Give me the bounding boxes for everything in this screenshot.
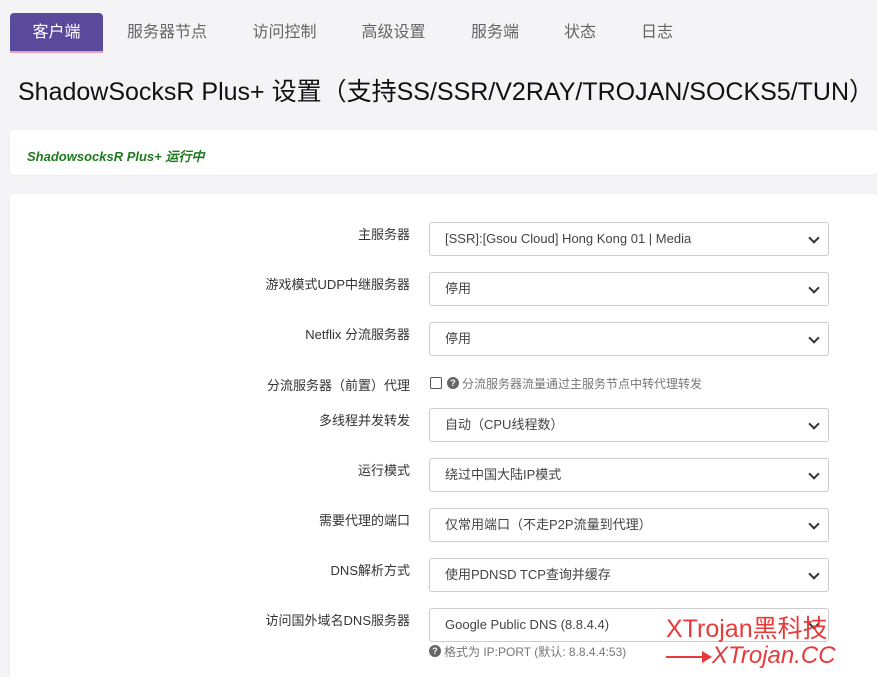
run-mode-value: 绕过中国大陆IP模式 <box>445 467 562 482</box>
pre-proxy-label: 分流服务器（前置）代理 <box>266 378 410 393</box>
threads-value: 自动（CPU线程数） <box>445 417 564 432</box>
tab-server[interactable]: 服务端 <box>449 13 541 53</box>
netflix-select[interactable]: 停用 <box>429 322 829 356</box>
pre-proxy-checkbox[interactable] <box>430 377 442 389</box>
dns-mode-label: DNS解析方式 <box>330 563 410 578</box>
netflix-value: 停用 <box>445 331 472 346</box>
netflix-label: Netflix 分流服务器 <box>305 327 410 342</box>
dns-mode-value: 使用PDNSD TCP查询并缓存 <box>445 567 611 582</box>
page-title: ShadowSocksR Plus+ 设置（支持SS/SSR/V2RAY/TRO… <box>18 78 875 106</box>
chevron-down-icon <box>808 518 820 530</box>
chevron-down-icon <box>808 418 820 430</box>
threads-label: 多线程并发转发 <box>318 413 410 428</box>
pre-proxy-help: 分流服务器流量通过主服务节点中转代理转发 <box>462 377 703 391</box>
udp-relay-label: 游戏模式UDP中继服务器 <box>265 277 410 292</box>
udp-relay-select[interactable]: 停用 <box>429 272 829 306</box>
tab-log[interactable]: 日志 <box>619 13 695 53</box>
chevron-down-icon <box>808 468 820 480</box>
help-icon: ? <box>429 645 441 657</box>
watermark-brand: XTrojan黑科技 <box>666 615 828 643</box>
ports-select[interactable]: 仅常用端口（不走P2P流量到代理） <box>429 508 829 542</box>
help-icon: ? <box>447 377 459 389</box>
tab-client[interactable]: 客户端 <box>10 13 103 53</box>
status-card: ShadowsocksR Plus+ 运行中 <box>10 130 877 175</box>
ports-label: 需要代理的端口 <box>318 513 410 528</box>
run-mode-select[interactable]: 绕过中国大陆IP模式 <box>429 458 829 492</box>
watermark-site: XTrojan.CC <box>712 642 836 669</box>
dns-server-value: Google Public DNS (8.8.4.4) <box>445 617 610 632</box>
arrow-right-icon <box>666 651 712 663</box>
tab-access-control[interactable]: 访问控制 <box>231 13 338 53</box>
main-server-select[interactable]: [SSR]:[Gsou Cloud] Hong Kong 01 | Media <box>429 222 829 256</box>
run-mode-label: 运行模式 <box>357 463 410 478</box>
chevron-down-icon <box>808 232 820 244</box>
udp-relay-value: 停用 <box>445 281 472 296</box>
main-server-value: [SSR]:[Gsou Cloud] Hong Kong 01 | Media <box>445 231 692 246</box>
ports-value: 仅常用端口（不走P2P流量到代理） <box>445 517 652 532</box>
main-server-label: 主服务器 <box>357 227 410 242</box>
threads-select[interactable]: 自动（CPU线程数） <box>429 408 829 442</box>
dns-mode-select[interactable]: 使用PDNSD TCP查询并缓存 <box>429 558 829 592</box>
chevron-down-icon <box>808 282 820 294</box>
chevron-down-icon <box>808 332 820 344</box>
tab-advanced-settings[interactable]: 高级设置 <box>338 13 449 53</box>
running-status: ShadowsocksR Plus+ 运行中 <box>27 149 205 164</box>
dns-server-help: 格式为 IP:PORT (默认: 8.8.4.4:53) <box>444 645 627 659</box>
tab-server-nodes[interactable]: 服务器节点 <box>103 13 231 53</box>
tab-status[interactable]: 状态 <box>541 13 619 53</box>
dns-server-label: 访问国外域名DNS服务器 <box>265 613 410 628</box>
chevron-down-icon <box>808 568 820 580</box>
tab-bar: 客户端 服务器节点 访问控制 高级设置 服务端 状态 日志 <box>10 12 695 54</box>
